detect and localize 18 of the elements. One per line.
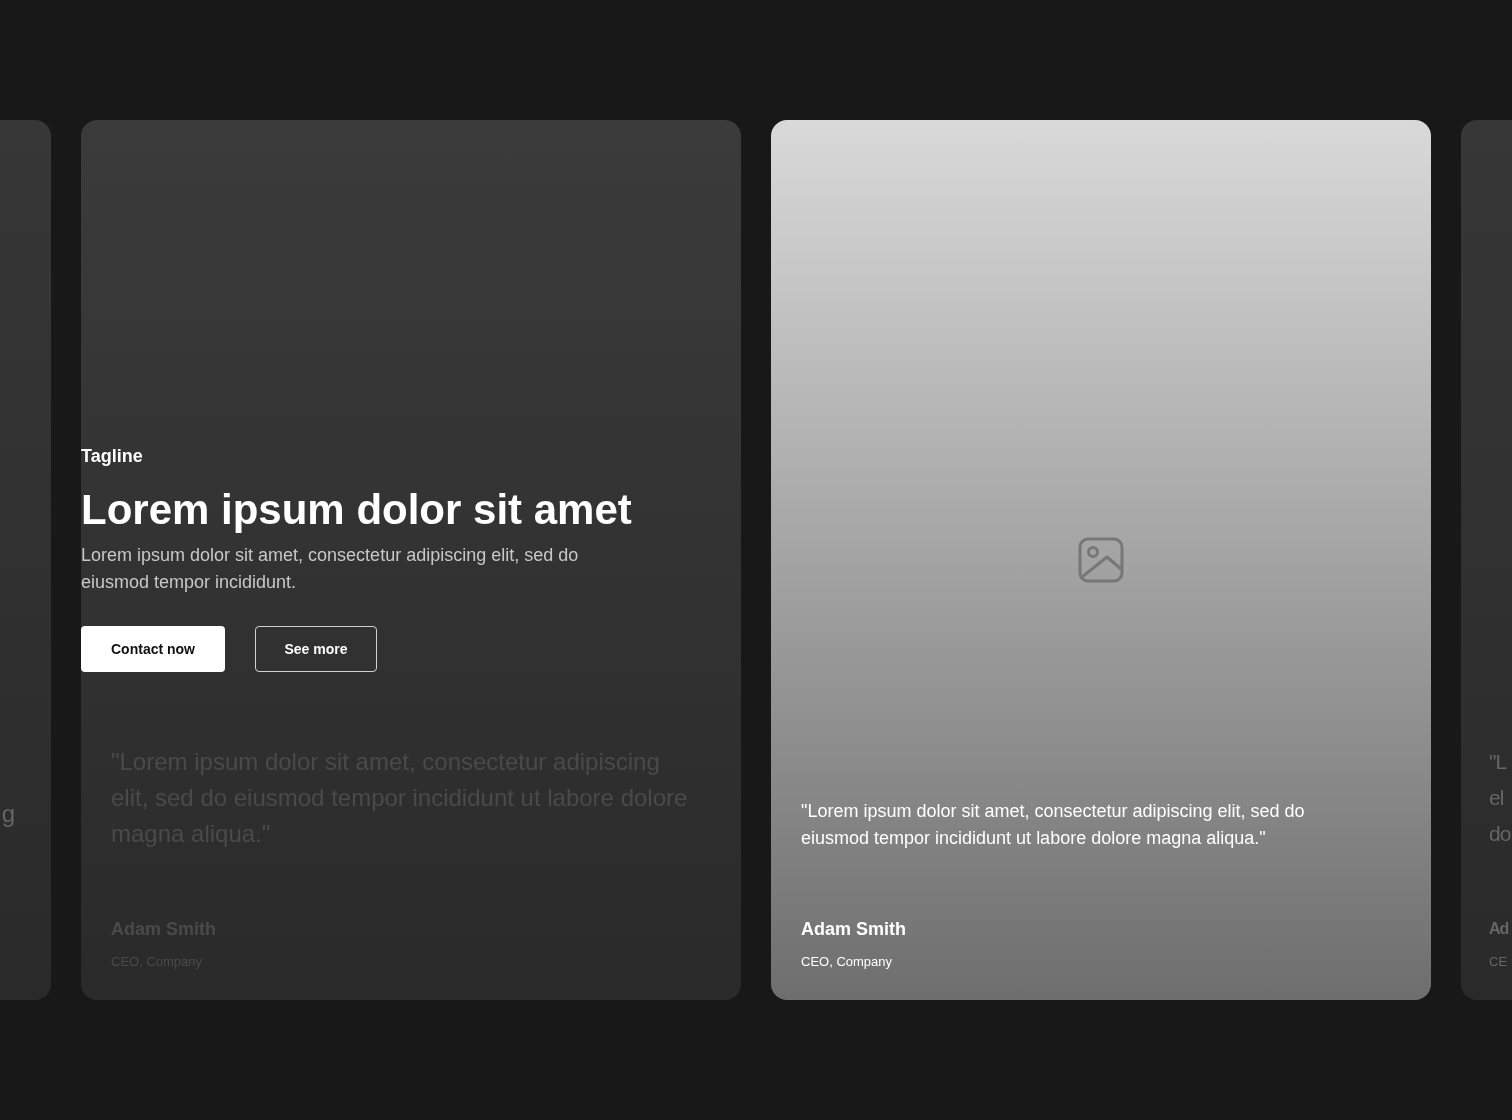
author-name: Ad: [1489, 919, 1509, 939]
hero-description: Lorem ipsum dolor sit amet, consectetur adipiscing elit, sed do eiusmod tempor incididunt.: [81, 544, 580, 594]
quote-text: "L: [1489, 749, 1507, 775]
see-more-button[interactable]: See more: [255, 626, 377, 672]
quote-text: g: [1, 799, 15, 829]
hero-heading: Lorem ipsum dolor sit amet: [81, 485, 632, 535]
author-name: Adam Smith: [801, 918, 906, 940]
author-role: CE: [1489, 954, 1508, 970]
testimonial-card[interactable]: "Lorem ipsum dolor sit amet, consectetur adipiscing elit, sed do eiusmod tempor incididunt ut labore dolore magna aliqua." Adam Smith CEO, Company: [771, 120, 1431, 1000]
carousel-card[interactable]: "L el do Ad CE: [1461, 120, 1512, 1000]
quote-text: do: [1489, 821, 1511, 847]
image-icon: [1078, 537, 1124, 583]
testimonial-card[interactable]: [81, 120, 741, 1000]
quote-text: "Lorem ipsum dolor sit amet, consectetur adipiscing elit, sed do eiusmod tempor incididunt ut labore dolore magna aliqua.": [801, 800, 1306, 850]
author-role: CEO, Company: [801, 954, 893, 970]
quote-text: el: [1489, 785, 1504, 811]
tagline: Tagline: [81, 445, 143, 468]
contact-button[interactable]: Contact now: [81, 626, 225, 672]
